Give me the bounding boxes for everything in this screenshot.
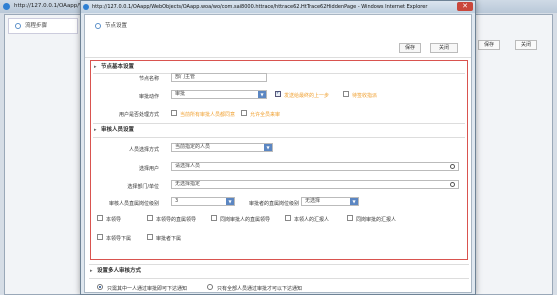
- dept-level-select[interactable]: 无选择 ▼: [301, 197, 359, 206]
- section-notify-title[interactable]: 设置多人审核方式: [89, 266, 249, 277]
- toolbar-divider: [85, 57, 471, 58]
- search-icon[interactable]: [450, 164, 455, 169]
- chevron-down-icon: ▼: [258, 91, 266, 98]
- peer-direct-leader-label: 同岗审批人的直属领导: [220, 217, 271, 223]
- direct-leader-checkbox[interactable]: [147, 215, 153, 221]
- ie-icon: [3, 3, 10, 10]
- dept-level-value: 无选择: [305, 198, 321, 204]
- background-tab-process-steps[interactable]: 流程步骤: [8, 18, 78, 34]
- chevron-down-icon: ▼: [226, 198, 234, 205]
- pending-assign-label: 待签收指派: [352, 93, 378, 99]
- peer-reporter-checkbox[interactable]: [347, 215, 353, 221]
- section-approvers-title[interactable]: 审核人员设置: [93, 125, 253, 136]
- reporter-label: 本领人的汇报人: [294, 217, 330, 223]
- reporter-checkbox[interactable]: [285, 215, 291, 221]
- handler-mode-label: 用户是否处理方式: [118, 112, 159, 118]
- close-button[interactable]: 关闭: [430, 43, 458, 53]
- select-mode-select[interactable]: 当前指定的人员 ▼: [171, 143, 273, 152]
- peer-reporter-label: 同岗审批的汇报人: [356, 217, 397, 223]
- background-tab-label: 流程步骤: [25, 23, 48, 29]
- chevron-down-icon: ▼: [264, 144, 272, 151]
- tab-circle-icon: [95, 23, 101, 29]
- action-select[interactable]: 审批 ▼: [171, 90, 267, 99]
- dialog-title: http://127.0.0.1/OAapp/WebObjects/OAapp.…: [92, 4, 428, 10]
- node-settings-dialog: http://127.0.0.1/OAapp/WebObjects/OAapp.…: [80, 0, 476, 295]
- section-divider: [93, 123, 465, 124]
- choose-user-label: 选择用户: [138, 166, 159, 172]
- chevron-down-icon: ▼: [350, 198, 358, 205]
- background-close-button[interactable]: 关闭: [515, 40, 537, 50]
- choose-user-input[interactable]: 请选择人员: [171, 162, 459, 171]
- direct-leader-label: 本领导的直属领导: [156, 217, 197, 223]
- any-one-approve-label: 只需其中一人通过审批即可下达通知: [107, 286, 188, 292]
- choose-post-label: 选择部门/单位: [127, 184, 159, 190]
- section-divider: [93, 137, 465, 138]
- approver-level-label: 审核人员直属岗位级别: [108, 201, 159, 207]
- section-divider: [89, 264, 469, 265]
- action-label: 审批动作: [138, 94, 159, 100]
- choose-post-input[interactable]: 无选择指定: [171, 180, 459, 189]
- action-select-value: 审批: [175, 91, 186, 97]
- ie-icon: [83, 4, 89, 10]
- approver-level-select[interactable]: 3 ▼: [171, 197, 235, 206]
- self-leader-checkbox[interactable]: [97, 215, 103, 221]
- subordinate-checkbox[interactable]: [97, 234, 103, 240]
- select-mode-value: 当前指定的人员: [175, 144, 211, 150]
- all-approve-label: 只有全部人员通过审批才可以下达通知: [217, 286, 303, 292]
- section-basic-title[interactable]: 节点基本设置: [93, 62, 253, 73]
- allow-all-checkbox[interactable]: [241, 110, 247, 116]
- pending-assign-checkbox[interactable]: [343, 91, 349, 97]
- node-name-label: 节点名称: [138, 76, 159, 82]
- dialog-title-bar[interactable]: http://127.0.0.1/OAapp/WebObjects/OAapp.…: [81, 1, 475, 13]
- dept-level-label: 审批者的直属岗位级别: [248, 201, 299, 207]
- save-button[interactable]: 保存: [399, 43, 421, 53]
- approver-subordinate-checkbox[interactable]: [147, 234, 153, 240]
- all-agree-checkbox[interactable]: [171, 110, 177, 116]
- subordinate-label: 本领导下属: [106, 236, 132, 242]
- peer-direct-leader-checkbox[interactable]: [211, 215, 217, 221]
- approver-level-value: 3: [175, 198, 179, 204]
- node-name-input[interactable]: 部门主管: [171, 73, 267, 82]
- tab-circle-icon: [15, 23, 21, 29]
- all-agree-label: 当前所有审批人员都同意: [180, 112, 236, 118]
- section-divider: [93, 73, 465, 74]
- all-approve-radio[interactable]: [207, 284, 213, 290]
- self-leader-label: 本领导: [106, 217, 122, 223]
- any-one-approve-radio[interactable]: [97, 284, 103, 290]
- tab-node-settings[interactable]: 节点设置: [89, 19, 179, 33]
- tab-label: 节点设置: [105, 23, 128, 29]
- background-save-button[interactable]: 保存: [478, 40, 500, 50]
- send-back-label: 发送给最终的上一步: [284, 93, 330, 99]
- section-divider: [89, 278, 469, 279]
- allow-all-label: 允许全员来审: [250, 112, 281, 118]
- dialog-content: 节点设置 保存 关闭 节点基本设置 节点名称 部门主管 审批动作 审批 ▼ 发送…: [84, 14, 472, 293]
- send-back-checkbox[interactable]: [275, 90, 281, 97]
- window-close-button[interactable]: ✕: [457, 2, 473, 11]
- select-mode-label: 人员选择方式: [128, 147, 159, 153]
- search-icon[interactable]: [450, 182, 455, 187]
- approver-subordinate-label: 审批者下属: [156, 236, 182, 242]
